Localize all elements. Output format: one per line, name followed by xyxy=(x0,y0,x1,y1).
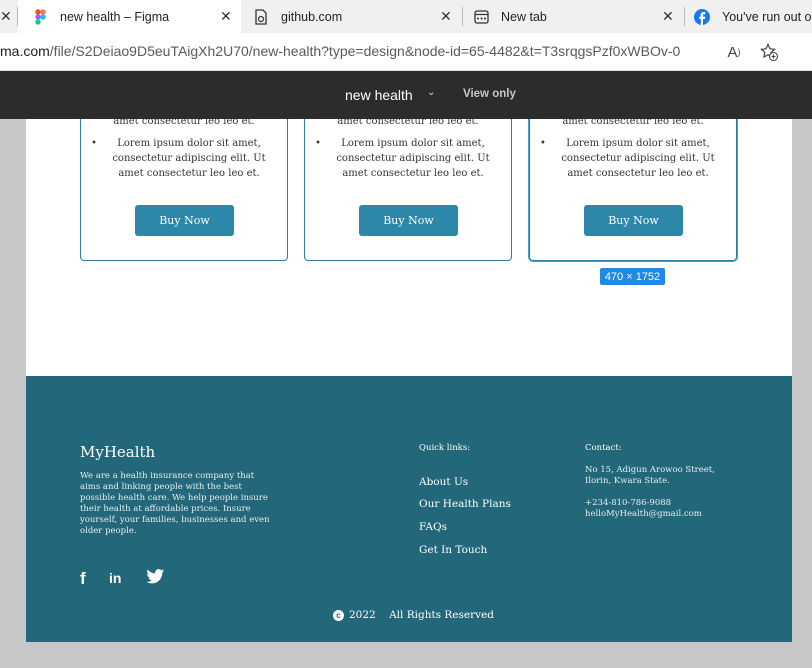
copyright: c 2022 All Rights Reserved xyxy=(333,609,494,621)
design-frame: amet consectetur leo leo et. • Lorem ipsu… xyxy=(26,119,792,642)
card-bullet-text: Lorem ipsum dolor sit amet, consectetur … xyxy=(561,138,715,179)
buy-now-button[interactable]: Buy Now xyxy=(359,205,458,236)
contact-address: No 15, Adigun Arowoo Street, Ilorin, Kwa… xyxy=(585,465,715,486)
facebook-icon xyxy=(694,8,710,25)
tab-title: New tab xyxy=(501,9,547,24)
tab-new-tab[interactable]: New tab ✕ xyxy=(463,0,683,33)
chevron-down-icon[interactable]: ⌄ xyxy=(427,87,435,98)
figma-canvas[interactable]: amet consectetur leo leo et. • Lorem ipsu… xyxy=(0,119,812,668)
url-host: ma.com xyxy=(0,43,50,59)
buy-now-button[interactable]: Buy Now xyxy=(135,205,234,236)
add-favorite-icon[interactable] xyxy=(759,42,779,62)
card-bullet-text: Lorem ipsum dolor sit amet, consectetur … xyxy=(336,138,490,179)
tab-github[interactable]: github.com ✕ xyxy=(241,0,461,33)
file-name[interactable]: new health xyxy=(345,87,413,103)
url-path: /file/S2Deiao9D5euTAigXh2U70/new-health?… xyxy=(49,43,681,59)
contact-heading: Contact: xyxy=(585,443,622,453)
card-bullet: • Lorem ipsum dolor sit amet, consectetur… xyxy=(540,136,722,181)
facebook-icon[interactable]: f xyxy=(80,569,86,589)
card-bullet: • Lorem ipsum dolor sit amet, consectetur… xyxy=(315,136,497,181)
tab-title: new health – Figma xyxy=(60,9,170,24)
footer-link-faqs[interactable]: FAQs xyxy=(419,521,447,533)
close-icon[interactable]: ✕ xyxy=(662,8,674,25)
card-text: amet consectetur leo leo et. xyxy=(337,119,479,127)
tab-close-partial[interactable]: ✕ xyxy=(0,0,16,33)
bullet-dot: • xyxy=(315,138,321,149)
browser-tab-strip: ✕ new health – Figma ✕ github.com ✕ New … xyxy=(0,0,812,33)
github-page-icon xyxy=(253,8,269,25)
card-text: amet consectetur leo leo et. xyxy=(562,119,704,127)
contact-phone: +234-810-786-9088 xyxy=(585,498,672,508)
bullet-dot: • xyxy=(91,138,97,149)
tab-title: github.com xyxy=(281,9,343,24)
new-tab-icon xyxy=(473,9,489,25)
figma-toolbar: new health ⌄ View only xyxy=(0,71,812,119)
site-footer: MyHealth We are a health insurance compa… xyxy=(26,376,792,642)
close-icon[interactable]: ✕ xyxy=(440,8,452,25)
linkedin-icon[interactable]: in xyxy=(109,570,121,586)
card-text: amet consectetur leo leo et. xyxy=(113,119,255,127)
quick-links-heading: Quick links: xyxy=(419,443,471,453)
card-bullet-text: Lorem ipsum dolor sit amet, consectetur … xyxy=(112,138,266,179)
footer-link-about[interactable]: About Us xyxy=(419,476,468,488)
address-bar[interactable]: ma.com/file/S2Deiao9D5euTAigXh2U70/new-h… xyxy=(0,33,812,71)
footer-brand: MyHealth xyxy=(80,443,156,461)
read-aloud-icon[interactable]: A) xyxy=(724,42,744,62)
footer-about: We are a health insurance company that a… xyxy=(80,471,270,536)
footer-link-plans[interactable]: Our Health Plans xyxy=(419,498,511,510)
card-bullet: • Lorem ipsum dolor sit amet, consectetur… xyxy=(91,136,273,181)
footer-link-contact[interactable]: Get In Touch xyxy=(419,544,487,556)
twitter-icon[interactable] xyxy=(146,569,165,589)
pricing-card: amet consectetur leo leo et. • Lorem ipsu… xyxy=(80,119,288,261)
copyright-text: 2022 All Rights Reserved xyxy=(349,609,495,621)
close-icon[interactable]: ✕ xyxy=(220,8,232,25)
figma-icon xyxy=(32,8,48,25)
url-field[interactable]: ma.com/file/S2Deiao9D5euTAigXh2U70/new-h… xyxy=(0,43,680,59)
buy-now-button[interactable]: Buy Now xyxy=(584,205,683,236)
pricing-card: amet consectetur leo leo et. • Lorem ipsu… xyxy=(304,119,512,261)
pricing-card-selected[interactable]: amet consectetur leo leo et. • Lorem ipsu… xyxy=(528,119,738,262)
tab-figma[interactable]: new health – Figma ✕ xyxy=(18,0,241,33)
tab-title: You've run out of xyxy=(722,9,812,24)
tab-facebook[interactable]: You've run out of xyxy=(685,0,812,33)
copyright-icon: c xyxy=(333,609,344,621)
selection-size-badge: 470 × 1752 xyxy=(600,268,665,285)
bullet-dot: • xyxy=(540,138,546,149)
contact-email: helloMyHealth@gmail.com xyxy=(585,509,702,519)
close-icon[interactable]: ✕ xyxy=(0,8,12,25)
view-only-label: View only xyxy=(463,88,516,100)
